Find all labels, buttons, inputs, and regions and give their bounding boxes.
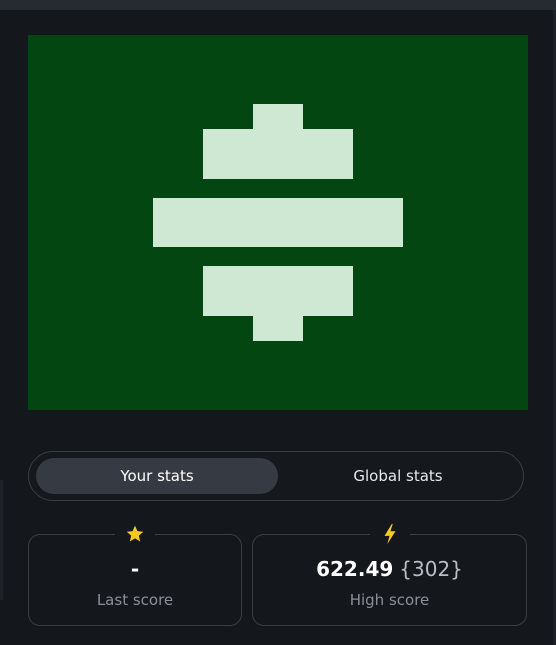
stats-toggle: Your stats Global stats: [28, 451, 524, 501]
panel-border-left: [0, 480, 3, 600]
glyph-bottom-block: [203, 266, 353, 316]
last-score-card: - Last score: [28, 522, 242, 626]
window-top-bar: [0, 0, 556, 10]
glyph-middle-bar: [153, 198, 403, 247]
star-icon: [115, 522, 155, 546]
glyph-bottom-nub: [253, 316, 303, 341]
high-score-value-row: 622.49 {302}: [253, 557, 526, 581]
high-score-card: 622.49 {302} High score: [252, 522, 527, 626]
last-score-value: -: [130, 557, 140, 581]
game-preview-canvas: [28, 35, 528, 410]
glyph-top-block: [203, 129, 353, 179]
glyph-top-nub: [253, 104, 303, 129]
lightning-bolt-icon: [369, 522, 410, 546]
tab-your-stats[interactable]: Your stats: [36, 458, 278, 494]
last-score-label: Last score: [96, 591, 174, 609]
high-score-count: {302}: [399, 557, 463, 581]
high-score-label: High score: [349, 591, 430, 609]
high-score-value: 622.49: [316, 557, 394, 581]
tab-global-stats[interactable]: Global stats: [277, 458, 519, 494]
